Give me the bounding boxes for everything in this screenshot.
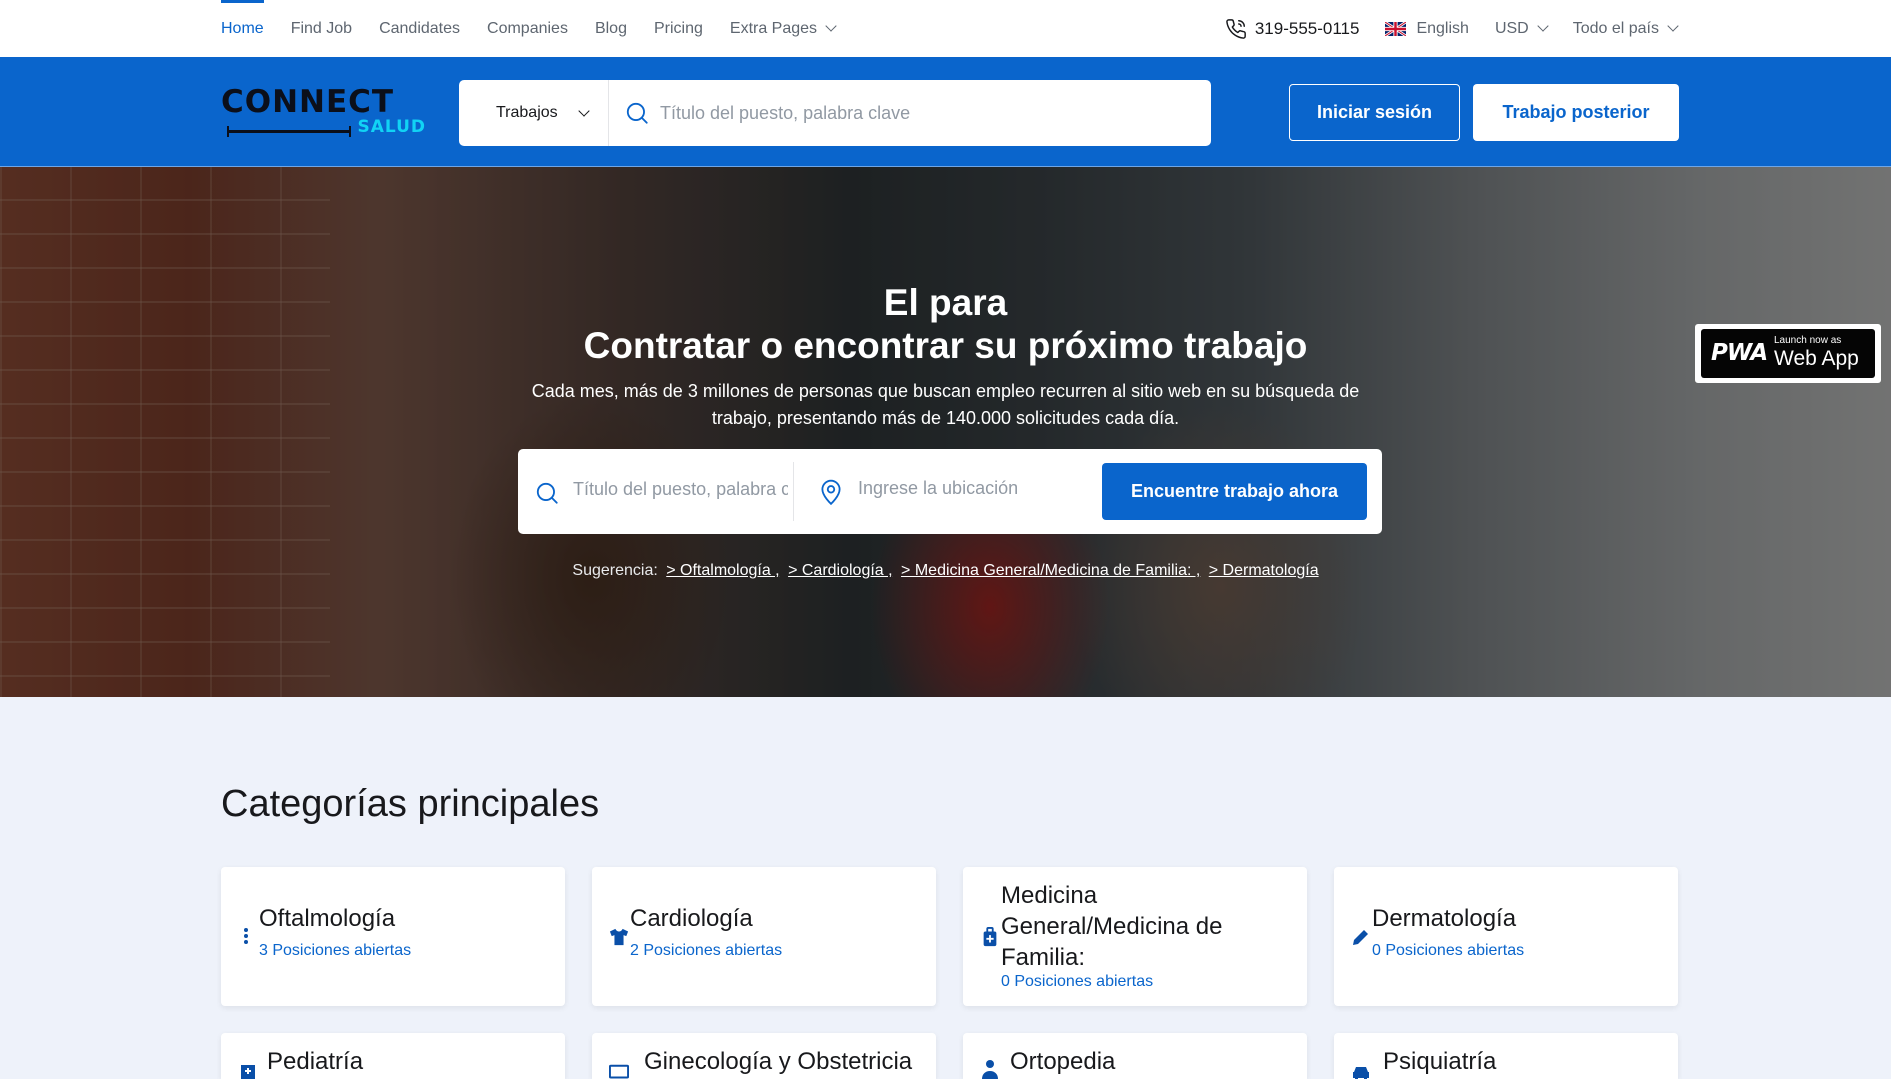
login-button[interactable]: Iniciar sesión [1289, 84, 1460, 141]
nav-blog[interactable]: Blog [595, 0, 627, 57]
monitor-icon [609, 1064, 629, 1079]
categories-title: Categorías principales [221, 783, 600, 825]
language-label: English [1416, 19, 1469, 37]
category-count: 2 Posiciones abiertas [630, 942, 783, 959]
search-type-label: Trabajos [496, 104, 558, 121]
category-name: Medicina General/Medicina de Familia: [1001, 882, 1223, 971]
hero-overlay [0, 167, 1891, 697]
hero-location-input[interactable] [858, 478, 1058, 499]
medical-kit-icon [983, 927, 997, 947]
search-icon [626, 102, 648, 124]
language-selector[interactable]: English [1385, 19, 1469, 38]
category-name: Ginecología y Obstetricia [644, 1048, 913, 1075]
category-card-oftalmologia[interactable]: Oftalmología 3 Posiciones abiertas [221, 867, 565, 1006]
search-icon [536, 482, 558, 504]
nav-home[interactable]: Home [221, 0, 264, 57]
currency-dropdown[interactable]: USD [1494, 19, 1549, 38]
top-nav: Home Find Job Candidates Companies Blog … [221, 0, 837, 57]
chevron-down-icon [577, 104, 590, 117]
header-search-bar: Trabajos [459, 80, 1211, 146]
pwa-launch-badge[interactable]: PWA Launch now as Web App [1695, 324, 1881, 383]
suggestion-link[interactable]: > Dermatología [1209, 562, 1319, 579]
top-right-utilities: 319-555-0115 English USD Todo el país [1225, 0, 1679, 57]
dots-vertical-icon [244, 928, 248, 944]
phone-icon [1226, 18, 1246, 39]
header-search-input[interactable] [660, 102, 1180, 124]
category-name: Psiquiatría [1383, 1048, 1497, 1075]
top-bar: Home Find Job Candidates Companies Blog … [0, 0, 1891, 57]
pwa-caption: Launch now as [1774, 335, 1842, 346]
phone-number: 319-555-0115 [1254, 18, 1360, 38]
category-count: 3 Posiciones abiertas [259, 942, 412, 959]
currency-label: USD [1494, 19, 1529, 37]
category-card-ginecologia[interactable]: Ginecología y Obstetricia [592, 1033, 936, 1079]
shirt-icon [609, 928, 629, 946]
country-dropdown[interactable]: Todo el país [1572, 19, 1679, 38]
suggestion-link[interactable]: > Cardiología , [788, 562, 893, 579]
car-icon [1353, 1067, 1369, 1079]
hero-keyword-input[interactable] [573, 479, 788, 500]
hospital-icon [241, 1065, 255, 1079]
category-count: 0 Posiciones abiertas [1001, 973, 1154, 990]
logo-wordmark: CONNECT [221, 84, 395, 120]
uk-flag-icon [1385, 21, 1407, 36]
nav-companies[interactable]: Companies [487, 0, 568, 57]
hero-banner: El para Contratar o encontrar su próximo… [0, 167, 1891, 697]
category-card-cardiologia[interactable]: Cardiología 2 Posiciones abiertas [592, 867, 936, 1006]
main-header: CONNECT SALUD Trabajos Iniciar sesión Tr… [0, 57, 1891, 167]
logo-underline [227, 126, 351, 137]
nav-pricing[interactable]: Pricing [654, 0, 703, 57]
pwa-title: Web App [1774, 347, 1859, 370]
post-job-button[interactable]: Trabajo posterior [1473, 84, 1679, 141]
site-logo[interactable]: CONNECT SALUD [221, 85, 426, 139]
suggestion-label: Sugerencia: [572, 562, 658, 579]
chevron-down-icon [1667, 20, 1679, 32]
nav-extra-pages[interactable]: Extra Pages [729, 0, 837, 57]
hero-search-box: Encuentre trabajo ahora [518, 449, 1382, 534]
category-name: Pediatría [267, 1048, 364, 1075]
category-card-medicina-general[interactable]: Medicina General/Medicina de Familia: 0 … [963, 867, 1307, 1006]
search-divider [793, 462, 794, 521]
category-name: Cardiología [630, 905, 753, 932]
category-name: Oftalmología [259, 905, 396, 932]
category-count: 0 Posiciones abiertas [1372, 942, 1525, 959]
category-card-ortopedia[interactable]: Ortopedia [963, 1033, 1307, 1079]
hero-description: Cada mes, más de 3 millones de personas … [531, 381, 1360, 428]
nav-find-job[interactable]: Find Job [291, 0, 352, 57]
pwa-logo: PWA [1711, 340, 1768, 366]
search-type-select[interactable]: Trabajos [459, 80, 609, 146]
category-card-psiquiatria[interactable]: Psiquiatría [1334, 1033, 1678, 1079]
country-label: Todo el país [1572, 19, 1659, 37]
pwa-badge-inner: PWA Launch now as Web App [1701, 329, 1875, 378]
hero-title-line2: Contratar o encontrar su próximo trabajo [583, 325, 1308, 366]
category-card-dermatologia[interactable]: Dermatología 0 Posiciones abiertas [1334, 867, 1678, 1006]
nav-candidates[interactable]: Candidates [379, 0, 460, 57]
category-name: Ortopedia [1010, 1048, 1116, 1075]
chevron-down-icon [1537, 20, 1549, 32]
suggestion-link[interactable]: > Oftalmología , [666, 562, 779, 579]
user-doctor-icon [982, 1060, 998, 1079]
hero-title-line1: El para [883, 282, 1008, 323]
chevron-down-icon [825, 20, 837, 32]
map-pin-icon [821, 479, 841, 506]
search-suggestions: Sugerencia: > Oftalmología , > Cardiolog… [0, 562, 1891, 580]
logo-subtitle: SALUD [357, 117, 426, 137]
nav-extra-pages-label: Extra Pages [729, 19, 818, 37]
category-name: Dermatología [1372, 905, 1517, 932]
pencil-icon [1353, 930, 1368, 945]
suggestion-link[interactable]: > Medicina General/Medicina de Familia: … [901, 562, 1200, 579]
category-card-pediatria[interactable]: Pediatría [221, 1033, 565, 1079]
find-job-button[interactable]: Encuentre trabajo ahora [1102, 463, 1367, 520]
phone-contact[interactable]: 319-555-0115 [1225, 18, 1360, 40]
